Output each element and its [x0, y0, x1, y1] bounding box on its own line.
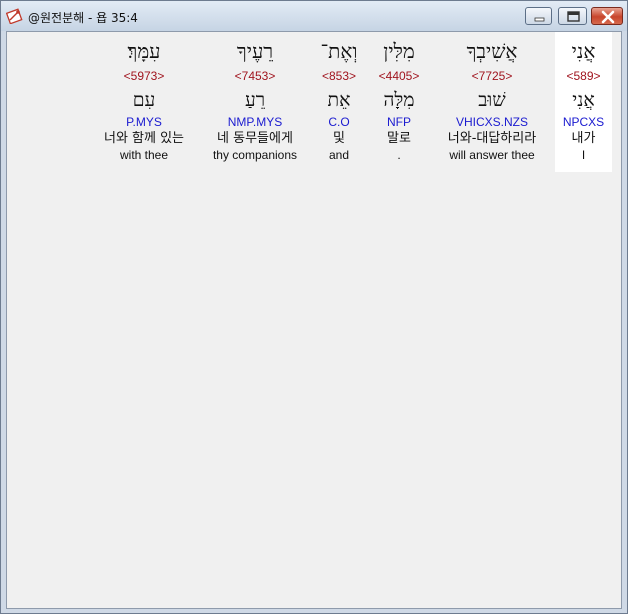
maximize-button[interactable]: [558, 7, 587, 25]
strong-number[interactable]: <853>: [312, 68, 366, 84]
hebrew-root: אֵת: [327, 89, 351, 111]
korean-gloss: 너와-대답하리라: [447, 131, 537, 146]
maximize-icon: [567, 11, 580, 22]
morphology-code: NPCXS: [562, 115, 605, 129]
title-bar[interactable]: @원전분해 - 욥 35:4: [1, 1, 627, 31]
word-column[interactable]: מִלִּין <4405> מִלָּה NFP 말로 .: [370, 36, 428, 163]
strong-number[interactable]: <4405>: [370, 68, 428, 84]
app-icon: [5, 7, 23, 25]
english-gloss: .: [397, 148, 401, 162]
hebrew-root: רֵעַ: [244, 89, 266, 111]
english-gloss: with thee: [119, 148, 169, 162]
morphology-code: NFP: [387, 115, 411, 129]
korean-gloss: 내가: [571, 131, 596, 146]
close-icon: [601, 10, 615, 24]
korean-gloss: 너와 함께 있는: [103, 131, 185, 146]
korean-gloss: 네 동무들에게: [217, 131, 293, 146]
interlinear-view[interactable]: אֲנִי <589> אֲנִי NPCXS 내가 I אֲשִׁיבְךָ …: [6, 31, 622, 609]
strong-number[interactable]: <7453>: [203, 68, 307, 84]
korean-gloss: 및: [333, 131, 345, 146]
hebrew-word: עִמָּךְ׃: [127, 39, 161, 63]
word-column[interactable]: אֲנִי <589> אֲנִי NPCXS 내가 I: [555, 36, 612, 163]
strong-number[interactable]: <589>: [555, 68, 612, 84]
english-gloss: I: [581, 148, 586, 162]
app-window: @원전분해 - 욥 35:4 אֲנִי <589> אֲנִי NPCXS 내…: [0, 0, 628, 614]
hebrew-word: רֵעֶיךָ: [236, 39, 274, 63]
hebrew-word: אֲנִי: [571, 39, 596, 63]
hebrew-root: מִלָּה: [383, 89, 415, 111]
word-column[interactable]: רֵעֶיךָ <7453> רֵעַ NMP.MYS 네 동무들에게 thy …: [203, 36, 307, 163]
hebrew-root: עִם: [132, 89, 156, 111]
word-column[interactable]: עִמָּךְ׃ <5973> עִם P.MYS 너와 함께 있는 with …: [91, 36, 197, 163]
english-gloss: thy companions: [212, 148, 298, 162]
hebrew-word: מִלִּין: [383, 39, 415, 63]
strong-number[interactable]: <7725>: [432, 68, 552, 84]
morphology-code: C.O: [328, 115, 350, 129]
hebrew-root: שׁוּב: [478, 89, 506, 111]
english-gloss: and: [328, 148, 350, 162]
minimize-button[interactable]: [525, 7, 552, 25]
word-column[interactable]: אֲשִׁיבְךָ <7725> שׁוּב VHICXS.NZS 너와-대답…: [432, 36, 552, 163]
word-column[interactable]: וְאֶת־ <853> אֵת C.O 및 and: [312, 36, 366, 163]
hebrew-word: וְאֶת־: [320, 39, 358, 63]
morphology-code: P.MYS: [126, 115, 162, 129]
window-title: @원전분해 - 욥 35:4: [28, 11, 138, 25]
close-button[interactable]: [591, 7, 623, 25]
minimize-icon: [534, 17, 545, 22]
hebrew-word: אֲשִׁיבְךָ: [466, 39, 518, 63]
english-gloss: will answer thee: [449, 148, 535, 162]
morphology-code: NMP.MYS: [227, 115, 283, 129]
hebrew-root: אֲנִי: [572, 89, 595, 111]
korean-gloss: 말로: [387, 131, 411, 146]
strong-number[interactable]: <5973>: [91, 68, 197, 84]
morphology-code: VHICXS.NZS: [455, 115, 528, 129]
